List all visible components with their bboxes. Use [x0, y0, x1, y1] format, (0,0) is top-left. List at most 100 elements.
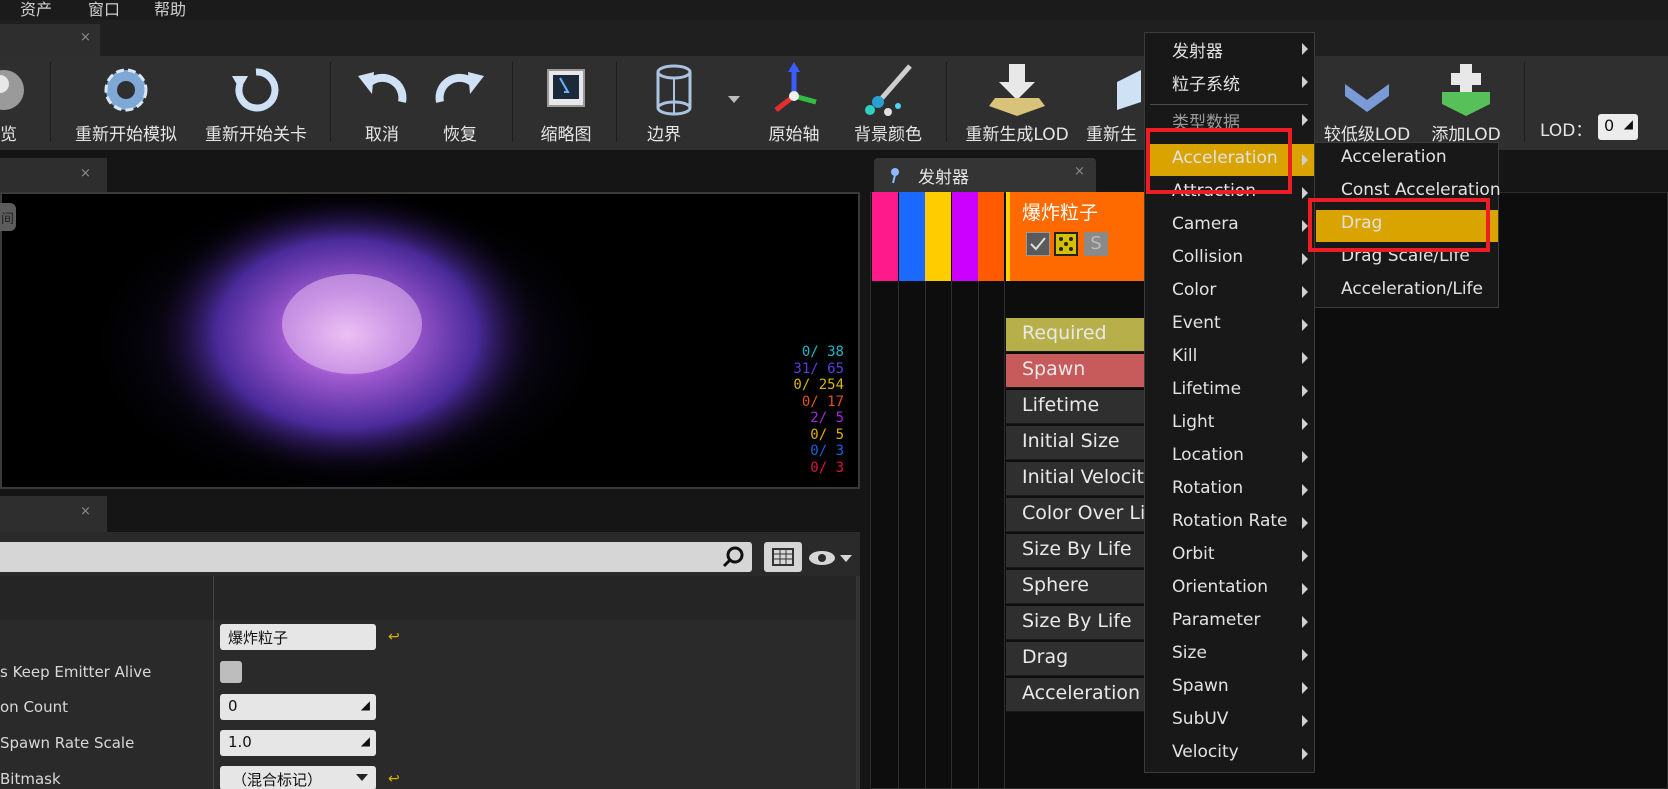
context-menu-item[interactable]: Rotation	[1172, 478, 1243, 498]
emitter-color-stripe[interactable]	[925, 192, 952, 281]
restart-level-button[interactable]: 重新开始关卡	[194, 56, 318, 150]
bitmask-dropdown[interactable]: （混合标记）	[220, 766, 376, 789]
submenu-arrow-icon	[1302, 583, 1308, 595]
emitter-color-stripe[interactable]	[951, 192, 978, 281]
context-menu-item[interactable]: Spawn	[1172, 676, 1229, 696]
module-size-by-life[interactable]: Size By Life	[1006, 606, 1146, 640]
bounds-icon	[656, 64, 692, 116]
cascade-tab[interactable]: ×	[0, 24, 100, 56]
module-sphere[interactable]: Sphere	[1006, 570, 1146, 604]
undo-icon	[358, 72, 407, 103]
undo-button[interactable]: 取消	[346, 56, 418, 150]
property-label: Spawn Rate Scale	[0, 734, 135, 752]
emitter-column-divider	[898, 281, 899, 789]
bounds-dropdown-chevron-icon[interactable]	[728, 96, 740, 103]
submenu-arrow-icon	[1302, 319, 1308, 331]
spawn-rate-scale-spinbox[interactable]: 1.0 ◢	[220, 730, 376, 756]
module-lifetime[interactable]: Lifetime	[1006, 390, 1146, 424]
menu-help[interactable]: 帮助	[154, 0, 186, 20]
context-menu-item[interactable]: Velocity	[1172, 742, 1239, 762]
viewport-options-tag[interactable]: 间	[0, 203, 16, 231]
column-divider[interactable]	[213, 576, 214, 789]
context-menu-item[interactable]: Kill	[1172, 346, 1197, 366]
module-spawn[interactable]: Spawn	[1006, 354, 1146, 388]
module-required[interactable]: Required	[1006, 318, 1146, 352]
details-search-input[interactable]	[0, 542, 752, 572]
submenu-arrow-icon	[1302, 682, 1308, 694]
context-menu-item[interactable]: Rotation Rate	[1172, 511, 1287, 531]
context-menu-item[interactable]: Collision	[1172, 247, 1243, 267]
lower-lod-button[interactable]: 较低级LOD	[1318, 56, 1416, 150]
context-menu-item[interactable]: Lifetime	[1172, 379, 1241, 399]
count-spinbox[interactable]: 0 ◢	[220, 694, 376, 720]
particle-viewport[interactable]: 0/ 38 31/ 65 0/ 254 0/ 17 2/ 5 0/ 5 0/ 3 0/ 3	[0, 192, 860, 489]
view-options-button[interactable]	[808, 546, 856, 570]
emitter-color-stripe[interactable]	[978, 192, 1005, 281]
menu-assets[interactable]: 资产	[20, 0, 52, 20]
submenu-item[interactable]: Acceleration/Life	[1341, 279, 1483, 299]
add-lod-icon	[1442, 64, 1490, 116]
render-mode-toggle[interactable]	[1054, 232, 1078, 256]
close-icon[interactable]: ×	[80, 30, 91, 45]
close-icon[interactable]: ×	[1074, 164, 1085, 179]
module-drag[interactable]: Drag	[1006, 642, 1146, 676]
sphere-icon	[0, 70, 24, 110]
lod-spinbox[interactable]: 0 ◢	[1598, 114, 1638, 140]
lod-label: LOD：	[1540, 121, 1593, 141]
module-initial-size[interactable]: Initial Size	[1006, 426, 1146, 460]
context-menu-item[interactable]: Light	[1172, 412, 1214, 432]
submenu-arrow-icon	[1302, 484, 1308, 496]
solo-toggle[interactable]: S	[1084, 232, 1108, 256]
redo-button[interactable]: 恢复	[424, 56, 496, 150]
context-menu-item[interactable]: Parameter	[1172, 610, 1260, 630]
submenu-item[interactable]: Acceleration	[1341, 147, 1447, 167]
close-icon[interactable]: ×	[80, 504, 91, 519]
emitters-tab[interactable]: 发射器 ×	[874, 158, 1096, 192]
context-menu-item[interactable]: Size	[1172, 643, 1207, 663]
add-lod-button[interactable]: 添加LOD	[1422, 56, 1510, 150]
scrollbar[interactable]	[856, 576, 860, 789]
toolbar: 览 重新开始模拟 重新开始关卡 取消 恢复 缩略图 边界 原始轴 背景颜色 重新…	[0, 56, 1668, 150]
context-menu-item[interactable]: SubUV	[1172, 709, 1228, 729]
sprite-dots-icon	[1059, 237, 1073, 251]
reset-to-default-icon[interactable]: ↩	[388, 629, 400, 645]
context-menu-item[interactable]: Location	[1172, 445, 1244, 465]
origin-axis-button[interactable]: 原始轴	[754, 56, 834, 150]
thumbnail-button[interactable]: 缩略图	[524, 56, 608, 150]
emitter-stat-line: 0/ 3	[810, 459, 844, 476]
reset-to-default-icon[interactable]: ↩	[388, 771, 400, 787]
context-menu-item[interactable]: Orientation	[1172, 577, 1268, 597]
submenu-arrow-icon	[1302, 649, 1308, 661]
regen-lod2-button[interactable]: 重新生	[1086, 56, 1146, 150]
emitter-name-field[interactable]: 爆炸粒子	[220, 624, 376, 650]
module-initial-velocity[interactable]: Initial Velocity	[1006, 462, 1146, 496]
explosion-particle-preview	[77, 194, 617, 487]
emitter-enabled-checkbox[interactable]	[1026, 232, 1050, 256]
keep-alive-checkbox[interactable]	[220, 661, 242, 683]
toolbar-button-preview[interactable]: 览	[0, 56, 30, 150]
restart-sim-button[interactable]: 重新开始模拟	[64, 56, 188, 150]
context-menu-item[interactable]: Orbit	[1172, 544, 1215, 564]
context-menu-item[interactable]: Color	[1172, 280, 1216, 300]
emitter-header-card[interactable]: 爆炸粒子 S	[1006, 192, 1146, 281]
context-menu-item[interactable]: Event	[1172, 313, 1221, 333]
close-icon[interactable]: ×	[80, 166, 91, 181]
background-color-button[interactable]: 背景颜色	[840, 56, 936, 150]
module-size-by-life[interactable]: Size By Life	[1006, 534, 1146, 568]
context-menu-item[interactable]: 发射器	[1172, 37, 1223, 62]
emitter-stat-line: 0/ 3	[810, 443, 844, 459]
property-matrix-button[interactable]	[764, 542, 802, 572]
emitter-color-stripe[interactable]	[898, 192, 925, 281]
viewport-tab[interactable]: ×	[0, 158, 107, 192]
details-tab[interactable]: ×	[0, 496, 107, 532]
bounds-button[interactable]: 边界	[628, 56, 720, 150]
emitter-color-stripe[interactable]	[872, 192, 898, 281]
module-color-over-life[interactable]: Color Over Life	[1006, 498, 1146, 532]
module-acceleration[interactable]: Acceleration	[1006, 678, 1146, 712]
submenu-item[interactable]: Const Acceleration	[1341, 180, 1501, 200]
context-menu-item[interactable]: 粒子系统	[1172, 70, 1240, 95]
context-menu-item[interactable]: Camera	[1172, 214, 1239, 234]
regen-lod-button[interactable]: 重新生成LOD	[958, 56, 1076, 150]
emitter-stat-line: 0/ 17	[801, 393, 844, 410]
menu-window[interactable]: 窗口	[88, 0, 120, 20]
